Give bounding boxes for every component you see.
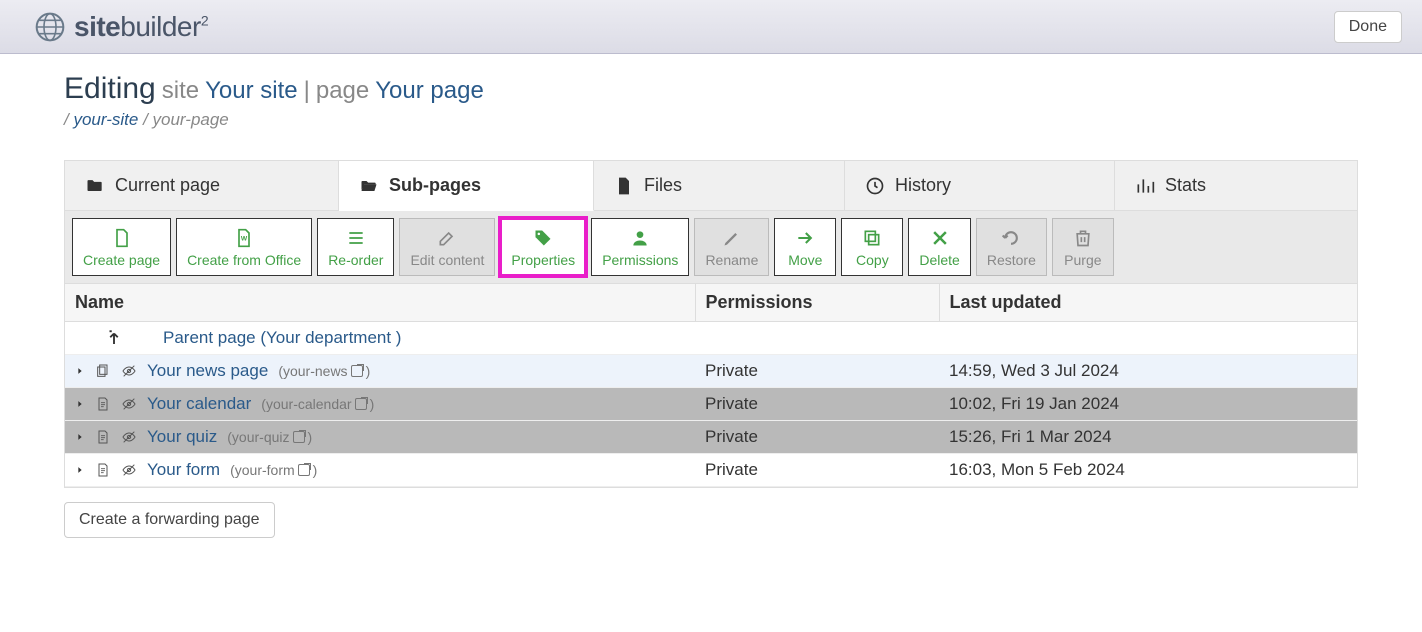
- properties-button[interactable]: Properties: [500, 218, 586, 276]
- arrow-right-icon: [795, 228, 815, 248]
- breadcrumb-site[interactable]: your-site: [73, 110, 138, 129]
- logo: sitebuilder2: [34, 11, 208, 43]
- purge-button: Purge: [1052, 218, 1114, 276]
- tabs: Current page Sub-pages Files History Sta…: [64, 160, 1358, 211]
- table-row[interactable]: Your news page (your-news ) Private 14:5…: [65, 355, 1357, 388]
- row-updated: 15:26, Fri 1 Mar 2024: [939, 421, 1357, 454]
- move-button[interactable]: Move: [774, 218, 836, 276]
- parent-page-link[interactable]: Parent page (Your department ): [163, 328, 401, 348]
- row-permissions: Private: [695, 421, 939, 454]
- permissions-button[interactable]: Permissions: [591, 218, 689, 276]
- row-permissions: Private: [695, 454, 939, 487]
- undo-icon: [1001, 228, 1021, 248]
- delete-button[interactable]: Delete: [908, 218, 970, 276]
- copy-button[interactable]: Copy: [841, 218, 903, 276]
- reorder-button[interactable]: Re-order: [317, 218, 394, 276]
- expand-icon[interactable]: [75, 396, 85, 412]
- row-updated: 10:02, Fri 19 Jan 2024: [939, 388, 1357, 421]
- tab-current-page[interactable]: Current page: [65, 161, 339, 211]
- table-row[interactable]: Your form (your-form ) Private 16:03, Mo…: [65, 454, 1357, 487]
- create-from-office-button[interactable]: Create from Office: [176, 218, 312, 276]
- row-slug[interactable]: (your-quiz ): [227, 429, 312, 445]
- tab-sub-pages[interactable]: Sub-pages: [339, 161, 594, 211]
- row-title-link[interactable]: Your news page: [147, 361, 268, 381]
- row-title-link[interactable]: Your calendar: [147, 394, 251, 414]
- page-name-link[interactable]: Your page: [375, 77, 484, 105]
- document-icon: [95, 396, 111, 412]
- create-forwarding-page-button[interactable]: Create a forwarding page: [64, 502, 275, 538]
- breadcrumb-page: your-page: [153, 110, 229, 129]
- expand-icon[interactable]: [75, 429, 85, 445]
- hidden-icon: [121, 462, 137, 478]
- tab-stats[interactable]: Stats: [1115, 161, 1357, 211]
- create-page-button[interactable]: Create page: [72, 218, 171, 276]
- multipage-icon: [95, 363, 111, 379]
- done-button[interactable]: Done: [1334, 11, 1402, 43]
- rename-button: Rename: [694, 218, 769, 276]
- word-file-icon: [234, 228, 254, 248]
- edit-content-button: Edit content: [399, 218, 495, 276]
- hidden-icon: [121, 396, 137, 412]
- document-icon: [95, 429, 111, 445]
- col-name[interactable]: Name: [65, 284, 695, 322]
- toolbar: Create page Create from Office Re-order …: [64, 211, 1358, 284]
- stats-icon: [1135, 176, 1155, 196]
- breadcrumb: / your-site / your-page: [64, 110, 1358, 130]
- copy-icon: [862, 228, 882, 248]
- up-arrow-icon: [105, 329, 123, 347]
- expand-icon[interactable]: [75, 462, 85, 478]
- document-icon: [95, 462, 111, 478]
- row-updated: 14:59, Wed 3 Jul 2024: [939, 355, 1357, 388]
- tab-files[interactable]: Files: [594, 161, 845, 211]
- row-permissions: Private: [695, 355, 939, 388]
- col-permissions[interactable]: Permissions: [695, 284, 939, 322]
- close-icon: [930, 228, 950, 248]
- external-link-icon[interactable]: [351, 365, 363, 377]
- globe-icon: [34, 11, 66, 43]
- table-row[interactable]: Your calendar (your-calendar ) Private 1…: [65, 388, 1357, 421]
- reorder-icon: [346, 228, 366, 248]
- folder-icon: [85, 176, 105, 196]
- row-slug[interactable]: (your-calendar ): [261, 396, 374, 412]
- row-title-link[interactable]: Your form: [147, 460, 220, 480]
- hidden-icon: [121, 429, 137, 445]
- subpages-table: Name Permissions Last updated Parent pag…: [65, 284, 1357, 487]
- file-icon: [614, 176, 634, 196]
- site-name-link[interactable]: Your site: [205, 77, 298, 105]
- row-slug[interactable]: (your-form ): [230, 462, 317, 478]
- hidden-icon: [121, 363, 137, 379]
- new-page-icon: [112, 228, 132, 248]
- row-permissions: Private: [695, 388, 939, 421]
- external-link-icon[interactable]: [355, 398, 367, 410]
- folder-open-icon: [359, 176, 379, 196]
- restore-button: Restore: [976, 218, 1047, 276]
- row-title-link[interactable]: Your quiz: [147, 427, 217, 447]
- clock-icon: [865, 176, 885, 196]
- pencil-icon: [722, 228, 742, 248]
- external-link-icon[interactable]: [298, 464, 310, 476]
- topbar: sitebuilder2 Done: [0, 0, 1422, 54]
- logo-text: sitebuilder2: [74, 11, 208, 43]
- page-title: Editing site Your site | page Your page: [64, 72, 1358, 106]
- edit-icon: [437, 228, 457, 248]
- col-updated[interactable]: Last updated: [939, 284, 1357, 322]
- expand-icon[interactable]: [75, 363, 85, 379]
- external-link-icon[interactable]: [293, 431, 305, 443]
- table-row[interactable]: Your quiz (your-quiz ) Private 15:26, Fr…: [65, 421, 1357, 454]
- user-icon: [630, 228, 650, 248]
- tag-icon: [533, 228, 553, 248]
- tab-history[interactable]: History: [845, 161, 1115, 211]
- parent-row[interactable]: Parent page (Your department ): [65, 322, 1357, 355]
- row-slug[interactable]: (your-news ): [278, 363, 370, 379]
- trash-icon: [1073, 228, 1093, 248]
- row-updated: 16:03, Mon 5 Feb 2024: [939, 454, 1357, 487]
